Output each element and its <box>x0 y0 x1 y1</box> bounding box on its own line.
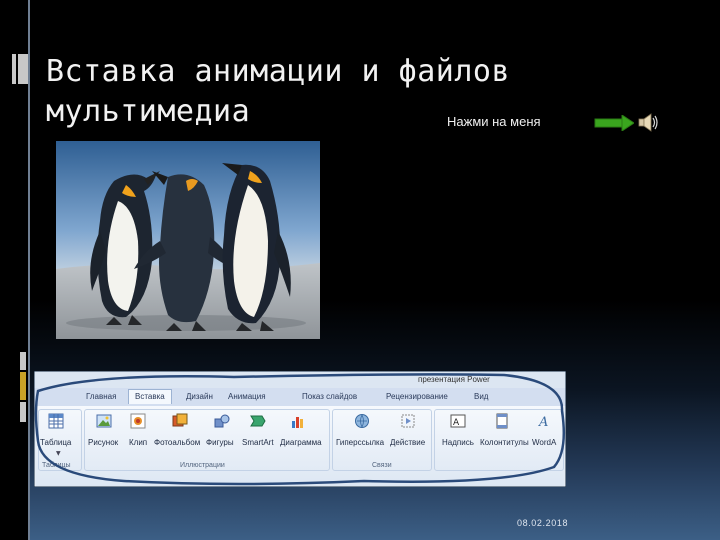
tab-design[interactable]: Дизайн <box>186 392 213 401</box>
group-label-illustrations: Иллюстрации <box>180 462 225 469</box>
command-action[interactable]: Действие <box>390 438 425 447</box>
header-footer-icon <box>496 413 508 429</box>
table-icon <box>48 413 64 429</box>
ribbon-screenshot: презентация Power Главная Вставка Дизайн… <box>34 371 566 487</box>
penguins-photo <box>56 141 320 339</box>
tab-review[interactable]: Рецензирование <box>386 392 448 401</box>
smartart-icon <box>250 415 266 427</box>
shapes-icon <box>214 414 230 428</box>
decor-bar-2 <box>12 54 16 84</box>
decor-bar-4 <box>20 402 26 422</box>
command-clipart[interactable]: Клип <box>129 438 147 447</box>
command-hyperlink[interactable]: Гиперссылка <box>336 438 384 447</box>
decor-bar-1 <box>18 54 28 84</box>
speaker-icon[interactable] <box>636 110 660 134</box>
slide-title-line-1: Вставка анимации и файлов <box>46 54 511 89</box>
tab-slideshow[interactable]: Показ слайдов <box>302 392 357 401</box>
action-icon <box>401 414 415 428</box>
command-photo-album[interactable]: Фотоальбом <box>154 438 200 447</box>
textbox-icon: A <box>450 414 466 428</box>
tab-animation[interactable]: Анимация <box>228 392 266 401</box>
command-table[interactable]: Таблица <box>40 438 71 447</box>
photo-album-icon <box>172 413 188 427</box>
press-me-text[interactable]: Нажми на меня <box>447 114 541 129</box>
ribbon-window-title: презентация Power <box>418 375 490 384</box>
group-label-tables: Таблицы <box>42 462 71 469</box>
command-wordart[interactable]: WordA <box>532 438 556 447</box>
picture-icon <box>96 414 112 428</box>
command-shapes[interactable]: Фигуры <box>206 438 234 447</box>
wordart-icon: A <box>538 415 548 429</box>
command-textbox[interactable]: Надпись <box>442 438 474 447</box>
tab-view[interactable]: Вид <box>474 392 488 401</box>
green-arrow-icon[interactable] <box>594 115 634 131</box>
tab-insert[interactable]: Вставка <box>128 389 172 404</box>
command-picture[interactable]: Рисунок <box>88 438 118 447</box>
hyperlink-icon <box>355 414 369 428</box>
group-label-links: Связи <box>372 462 392 469</box>
left-border-line <box>28 0 30 540</box>
clipart-icon <box>130 413 146 429</box>
chart-icon <box>292 417 303 428</box>
svg-text:A: A <box>453 418 460 428</box>
slide-date: 08.02.2018 <box>517 518 569 528</box>
command-header-footer[interactable]: Колонтитулы <box>480 438 529 447</box>
command-smartart[interactable]: SmartArt <box>242 438 274 447</box>
decor-bar-gold <box>20 372 26 400</box>
decor-bar-3 <box>20 352 26 370</box>
command-chart[interactable]: Диаграмма <box>280 438 322 447</box>
svg-text:A: A <box>538 415 548 429</box>
chevron-down-icon: ▼ <box>56 450 61 457</box>
tab-home[interactable]: Главная <box>86 392 116 401</box>
